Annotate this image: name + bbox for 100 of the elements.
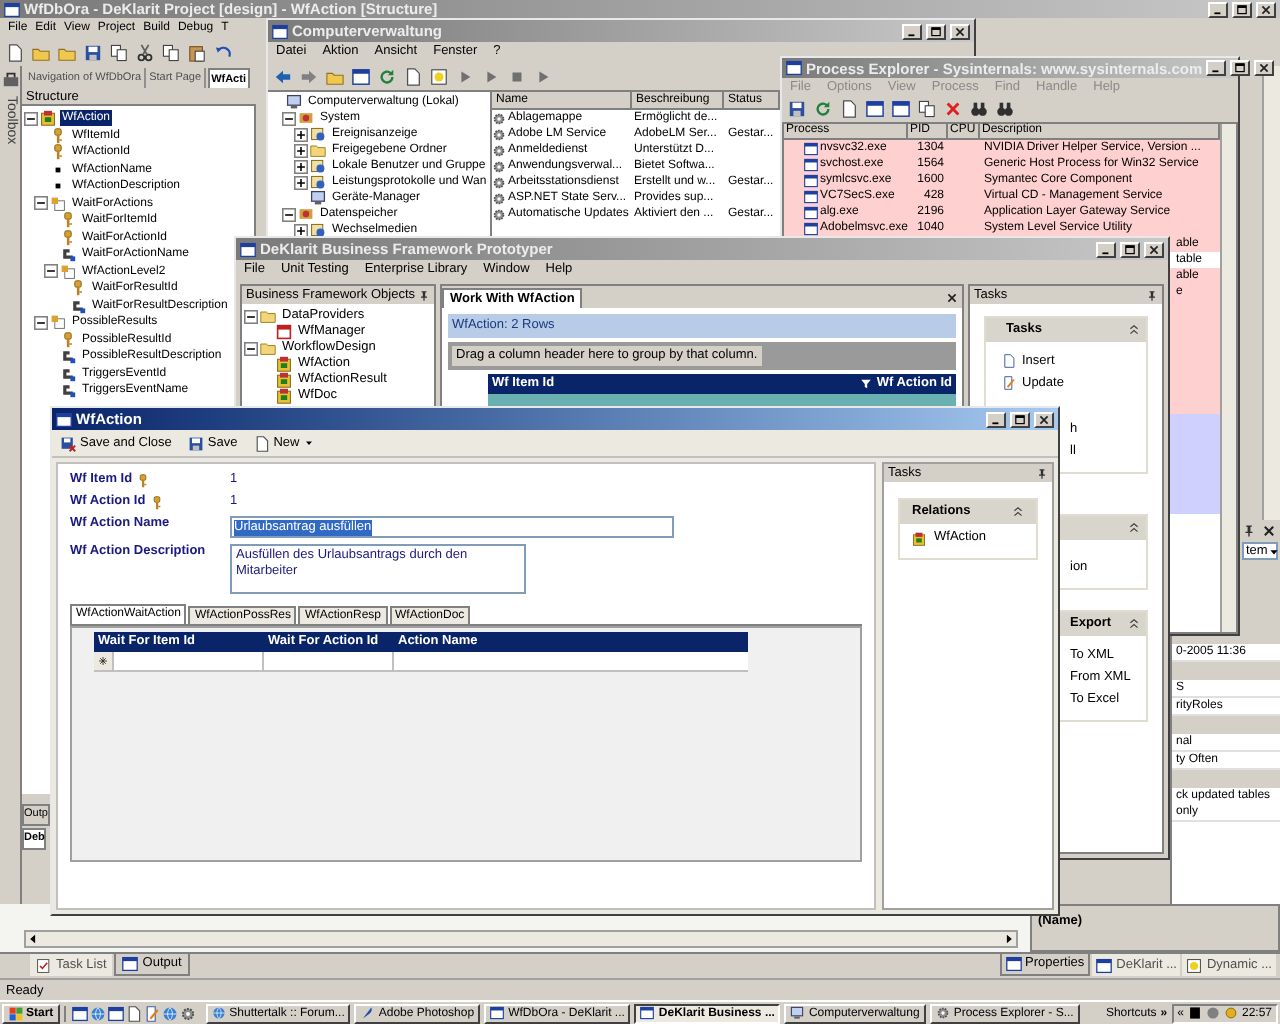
checklist-icon [36, 957, 52, 973]
folder-icon [60, 263, 76, 280]
collapse-icon [1012, 506, 1024, 518]
maximize-icon [1014, 413, 1026, 425]
close-button[interactable] [950, 23, 970, 39]
minimize-button[interactable] [1208, 1, 1228, 17]
maximize-icon [1124, 243, 1136, 255]
copy-icon[interactable] [162, 43, 180, 61]
document-icon[interactable] [404, 67, 422, 85]
paste-icon[interactable] [188, 43, 206, 61]
expand-icon[interactable] [294, 159, 308, 173]
close-icon [1262, 523, 1276, 537]
collapse-icon[interactable] [282, 111, 296, 125]
stop-icon[interactable] [508, 67, 526, 85]
collapse-icon[interactable] [282, 207, 296, 221]
collapse-icon[interactable] [44, 264, 58, 279]
new-project-icon[interactable] [6, 43, 24, 61]
maximize-button[interactable] [1120, 241, 1140, 257]
close-button[interactable] [1254, 60, 1275, 76]
save-icon[interactable] [84, 43, 102, 61]
expand-icon[interactable] [294, 127, 308, 141]
close-button[interactable] [1144, 241, 1164, 257]
toolbox-icon [298, 110, 314, 126]
window-icon[interactable] [892, 100, 910, 118]
collapse-icon[interactable] [34, 196, 48, 211]
collapse-icon[interactable] [24, 111, 38, 126]
cut-icon[interactable] [136, 43, 154, 61]
minimize-button[interactable] [902, 23, 922, 39]
expand-icon[interactable] [294, 175, 308, 189]
folder-icon[interactable] [326, 67, 344, 85]
new-row-icon [98, 656, 108, 666]
computer-icon [310, 190, 326, 206]
window-icon [1096, 957, 1113, 973]
save-icon [187, 435, 204, 451]
globe-icon[interactable] [161, 1005, 178, 1021]
cross-icon[interactable] [944, 100, 962, 118]
collapse-icon[interactable] [244, 341, 258, 355]
close-icon [1038, 413, 1050, 425]
maximize-button[interactable] [1010, 411, 1030, 427]
document-icon [310, 126, 326, 142]
maximize-button[interactable] [926, 23, 946, 39]
document-icon [253, 435, 270, 451]
window-icon [4, 1, 20, 17]
save-all-icon[interactable] [110, 43, 128, 61]
back-arrow-icon[interactable] [274, 67, 292, 85]
window-icon[interactable] [107, 1005, 124, 1021]
windows-logo-icon [8, 1005, 24, 1021]
window-icon [272, 23, 288, 39]
minimize-button[interactable] [986, 411, 1006, 427]
help-icon [1186, 957, 1203, 973]
window-icon[interactable] [866, 100, 884, 118]
computer-icon [286, 94, 302, 110]
feather-icon [360, 1006, 375, 1020]
document-icon[interactable] [125, 1005, 142, 1021]
maximize-button[interactable] [1230, 60, 1251, 76]
scrollbar[interactable] [1220, 124, 1236, 632]
collapse-icon[interactable] [244, 309, 258, 323]
close-icon [1260, 3, 1272, 15]
close-icon [1258, 62, 1271, 74]
maximize-icon [930, 25, 942, 37]
undo-icon[interactable] [214, 43, 232, 61]
close-icon [954, 25, 966, 37]
key-icon [70, 280, 86, 297]
window-icon [1005, 956, 1022, 972]
scrollbar[interactable] [1262, 66, 1280, 520]
close-button[interactable] [1034, 411, 1054, 427]
folder-icon [310, 142, 326, 158]
pin-icon [418, 289, 430, 301]
binoculars-icon[interactable] [970, 100, 988, 118]
forward-arrow-icon[interactable] [300, 67, 318, 85]
window-icon [122, 956, 139, 972]
expand-icon[interactable] [294, 223, 308, 237]
refresh-icon[interactable] [814, 100, 832, 118]
formula-icon [70, 297, 86, 314]
maximize-button[interactable] [1232, 1, 1252, 17]
scrollbar[interactable] [24, 930, 1018, 948]
document-icon[interactable] [840, 100, 858, 118]
expand-icon[interactable] [294, 143, 308, 157]
square-icon [1187, 1006, 1202, 1020]
help-icon[interactable] [430, 67, 448, 85]
edit-icon [1002, 376, 1016, 390]
computer-icon [790, 1006, 805, 1020]
gear-icon[interactable] [179, 1005, 196, 1021]
save-icon[interactable] [788, 100, 806, 118]
window-icon[interactable] [352, 67, 370, 85]
window-icon[interactable] [918, 100, 936, 118]
toolbox-icon [298, 206, 314, 222]
pin-icon [1146, 289, 1158, 301]
caret-icon [1267, 545, 1280, 557]
maximize-icon [1236, 3, 1248, 15]
close-icon [1148, 243, 1160, 255]
collapse-icon [1128, 324, 1140, 336]
close-button[interactable] [1256, 1, 1276, 17]
collapse-icon[interactable] [34, 315, 48, 330]
pencil-icon[interactable] [143, 1005, 160, 1021]
minimize-button[interactable] [1206, 60, 1227, 76]
minimize-button[interactable] [1096, 241, 1116, 257]
play-icon[interactable] [534, 67, 552, 85]
binoculars-icon[interactable] [996, 100, 1014, 118]
pin-icon [1242, 523, 1256, 537]
